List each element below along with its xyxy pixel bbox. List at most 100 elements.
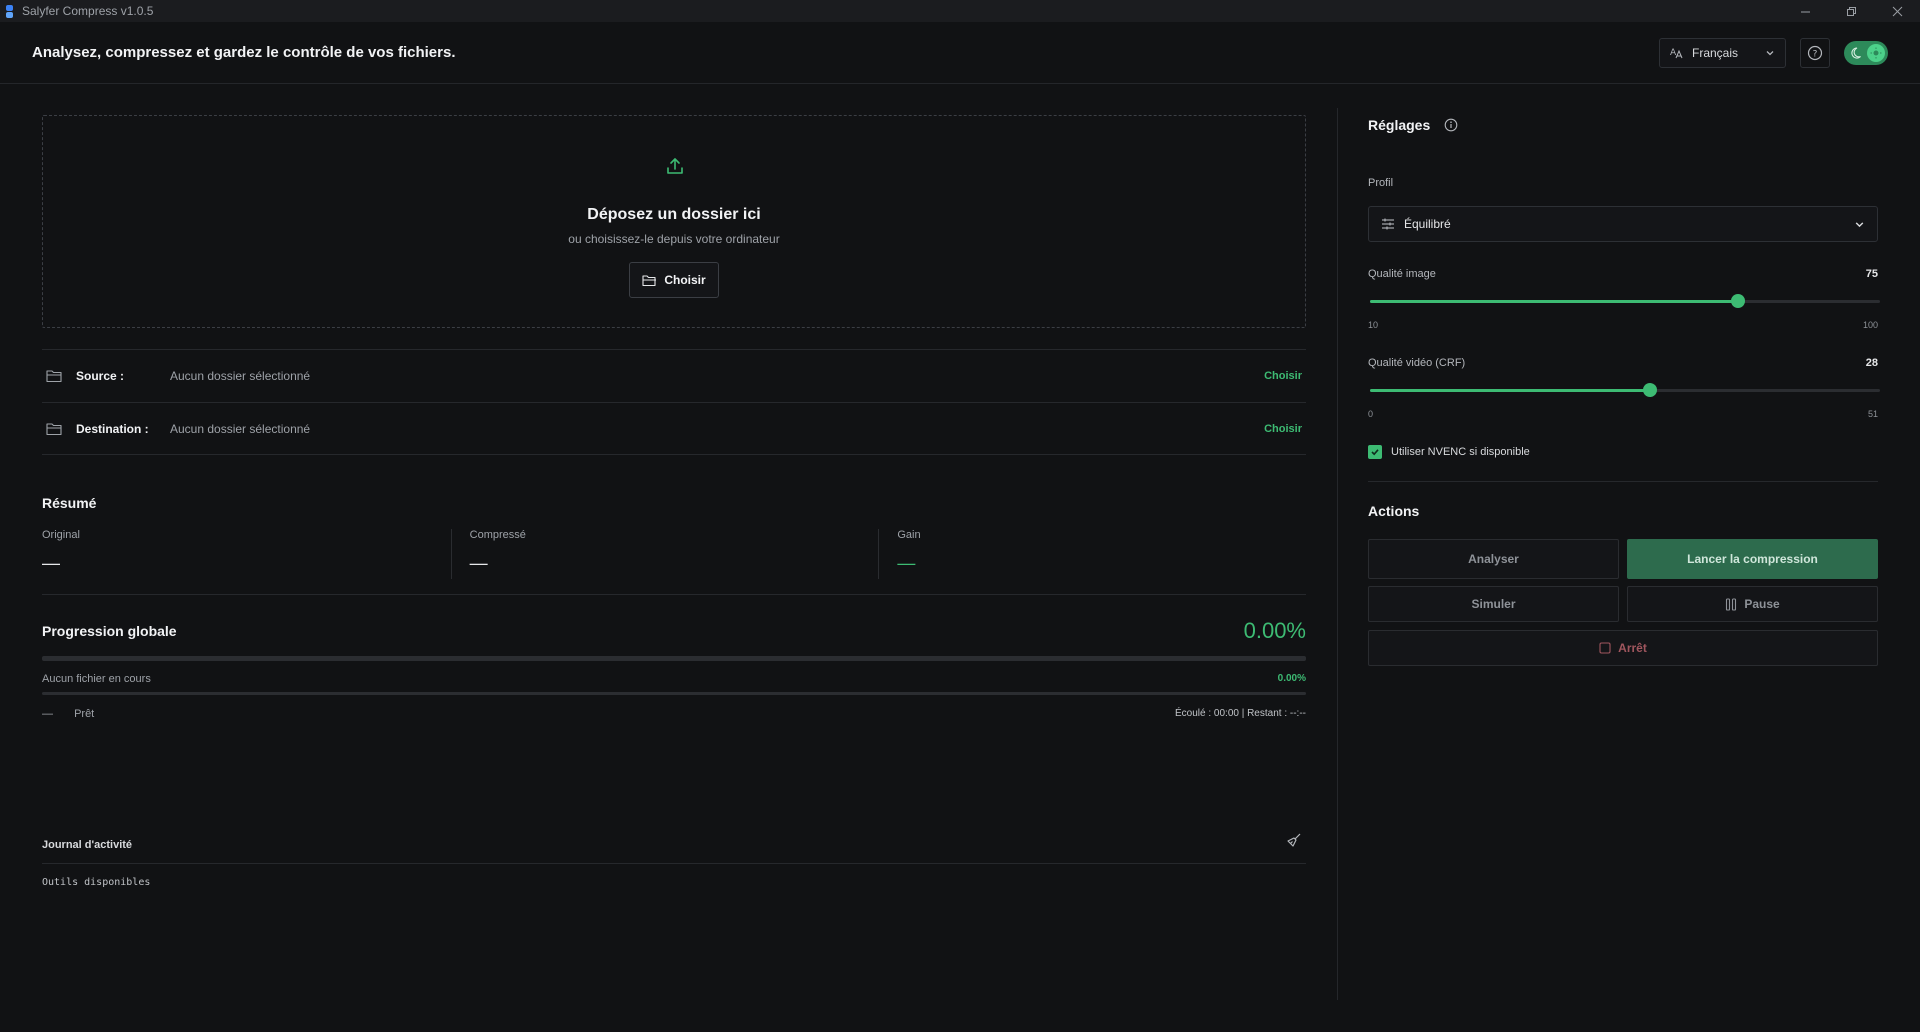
- folder-dropzone[interactable]: Déposez un dossier ici ou choisissez-le …: [42, 115, 1306, 328]
- window-titlebar: Salyfer Compress v1.0.5: [0, 0, 1920, 22]
- window-title: Salyfer Compress v1.0.5: [22, 4, 154, 18]
- summary-compressed-label: Compressé: [469, 529, 526, 541]
- timing-text: Écoulé : 00:00 | Restant : --:--: [1175, 708, 1306, 719]
- summary-original: Original —: [42, 529, 451, 579]
- stop-icon: [1599, 642, 1611, 654]
- panel-divider: [1337, 108, 1338, 1000]
- destination-path: Aucun dossier sélectionné: [170, 421, 311, 436]
- analyze-button[interactable]: Analyser: [1368, 539, 1619, 579]
- settings-title: Réglages: [1368, 117, 1431, 133]
- language-value: Français: [1692, 46, 1739, 60]
- status-row: — Prêt Écoulé : 00:00 | Restant : --:--: [42, 708, 1306, 720]
- status-text: Prêt: [74, 708, 95, 720]
- simulate-button[interactable]: Simuler: [1368, 586, 1619, 622]
- image-quality-value: 75: [1865, 268, 1878, 280]
- analyze-label: Analyser: [1468, 552, 1519, 566]
- chevron-down-icon: [1855, 221, 1864, 227]
- start-compression-button[interactable]: Lancer la compression: [1627, 539, 1878, 579]
- language-select[interactable]: A Français: [1659, 38, 1786, 68]
- pause-icon: [1726, 597, 1737, 611]
- slider-fill: [1370, 389, 1650, 392]
- profile-select[interactable]: Équilibré: [1368, 206, 1878, 242]
- slider-thumb[interactable]: [1731, 294, 1746, 308]
- destination-label: Destination :: [76, 421, 149, 436]
- sliders-icon: [1382, 218, 1394, 230]
- image-quality-max: 100: [1862, 320, 1878, 330]
- settings-header: Réglages: [1368, 117, 1458, 133]
- video-quality-max: 51: [1867, 409, 1878, 419]
- restore-button[interactable]: [1828, 0, 1874, 22]
- file-progress-percent: 0.00%: [1277, 673, 1306, 684]
- image-quality-slider[interactable]: [1370, 294, 1880, 308]
- video-quality-slider[interactable]: [1370, 383, 1880, 397]
- chevron-down-icon: [1766, 51, 1774, 56]
- theme-toggle-knob: [1867, 44, 1885, 62]
- summary-original-label: Original: [42, 529, 80, 541]
- progress-title: Progression globale: [42, 623, 177, 639]
- pause-button[interactable]: Pause: [1627, 586, 1878, 622]
- summary-panel: Original — Compressé — Gain —: [42, 529, 1306, 579]
- actions-title: Actions: [1368, 503, 1420, 519]
- video-quality-min: 0: [1368, 409, 1374, 419]
- destination-row: Destination : Aucun dossier sélectionné …: [42, 402, 1306, 455]
- summary-compressed-value: —: [469, 553, 488, 573]
- dropzone-title: Déposez un dossier ici: [587, 206, 761, 223]
- nvenc-checkbox[interactable]: [1368, 445, 1382, 459]
- help-button[interactable]: ?: [1800, 38, 1830, 68]
- info-icon[interactable]: [1444, 118, 1458, 132]
- summary-original-value: —: [42, 553, 60, 573]
- file-progress-bar: [42, 692, 1306, 695]
- source-row: Source : Aucun dossier sélectionné Chois…: [42, 349, 1306, 402]
- folder-icon: [46, 422, 62, 435]
- translate-icon: A: [1670, 48, 1683, 59]
- restore-icon: [1846, 6, 1856, 16]
- slider-fill: [1370, 300, 1739, 303]
- simulate-label: Simuler: [1471, 597, 1516, 611]
- profile-value: Équilibré: [1404, 217, 1451, 231]
- summary-divider: [42, 594, 1306, 595]
- summary-gain-label: Gain: [897, 529, 921, 541]
- close-icon: [1892, 6, 1902, 16]
- file-progress-row: Aucun fichier en cours 0.00%: [42, 673, 1306, 685]
- global-progress-bar: [42, 656, 1306, 661]
- nvenc-option[interactable]: Utiliser NVENC si disponible: [1368, 445, 1530, 459]
- choose-folder-label: Choisir: [664, 273, 706, 287]
- folder-icon: [46, 370, 62, 383]
- log-line: Outils disponibles: [42, 877, 151, 888]
- source-label: Source :: [76, 369, 125, 383]
- nvenc-label: Utiliser NVENC si disponible: [1391, 446, 1530, 458]
- check-icon: [1371, 449, 1379, 456]
- minimize-icon: [1800, 11, 1810, 12]
- choose-folder-button[interactable]: Choisir: [629, 262, 719, 298]
- window-controls: [1782, 0, 1920, 22]
- summary-title: Résumé: [42, 495, 97, 511]
- svg-text:?: ?: [1813, 50, 1818, 60]
- slider-thumb[interactable]: [1643, 383, 1657, 397]
- image-quality-label: Qualité image: [1368, 268, 1436, 280]
- folder-open-icon: [642, 274, 657, 286]
- choose-source-link[interactable]: Choisir: [1264, 370, 1302, 382]
- sun-icon: [1870, 47, 1882, 59]
- clear-log-icon[interactable]: [1286, 832, 1302, 848]
- start-compression-label: Lancer la compression: [1687, 552, 1818, 566]
- video-quality-value: 28: [1865, 357, 1878, 369]
- pause-label: Pause: [1744, 597, 1780, 611]
- summary-gain: Gain —: [878, 529, 1306, 579]
- video-quality-label: Qualité vidéo (CRF): [1368, 357, 1466, 369]
- choose-destination-link[interactable]: Choisir: [1264, 423, 1302, 435]
- minimize-button[interactable]: [1782, 0, 1828, 22]
- dropzone-subtitle: ou choisissez-le depuis votre ordinateur: [568, 232, 780, 246]
- stop-label: Arrêt: [1618, 641, 1647, 655]
- summary-compressed: Compressé —: [450, 529, 879, 579]
- app-tagline: Analysez, compressez et gardez le contrô…: [32, 44, 456, 61]
- help-icon: ?: [1807, 45, 1823, 61]
- app-logo-icon: [6, 4, 13, 18]
- svg-text:A: A: [1670, 48, 1677, 58]
- moon-icon: [1851, 47, 1861, 59]
- profile-label: Profil: [1368, 177, 1394, 189]
- journal-title: Journal d'activité: [42, 839, 133, 851]
- theme-toggle[interactable]: [1844, 41, 1888, 65]
- source-path: Aucun dossier sélectionné: [170, 369, 311, 383]
- close-button[interactable]: [1874, 0, 1920, 22]
- stop-button[interactable]: Arrêt: [1368, 630, 1878, 666]
